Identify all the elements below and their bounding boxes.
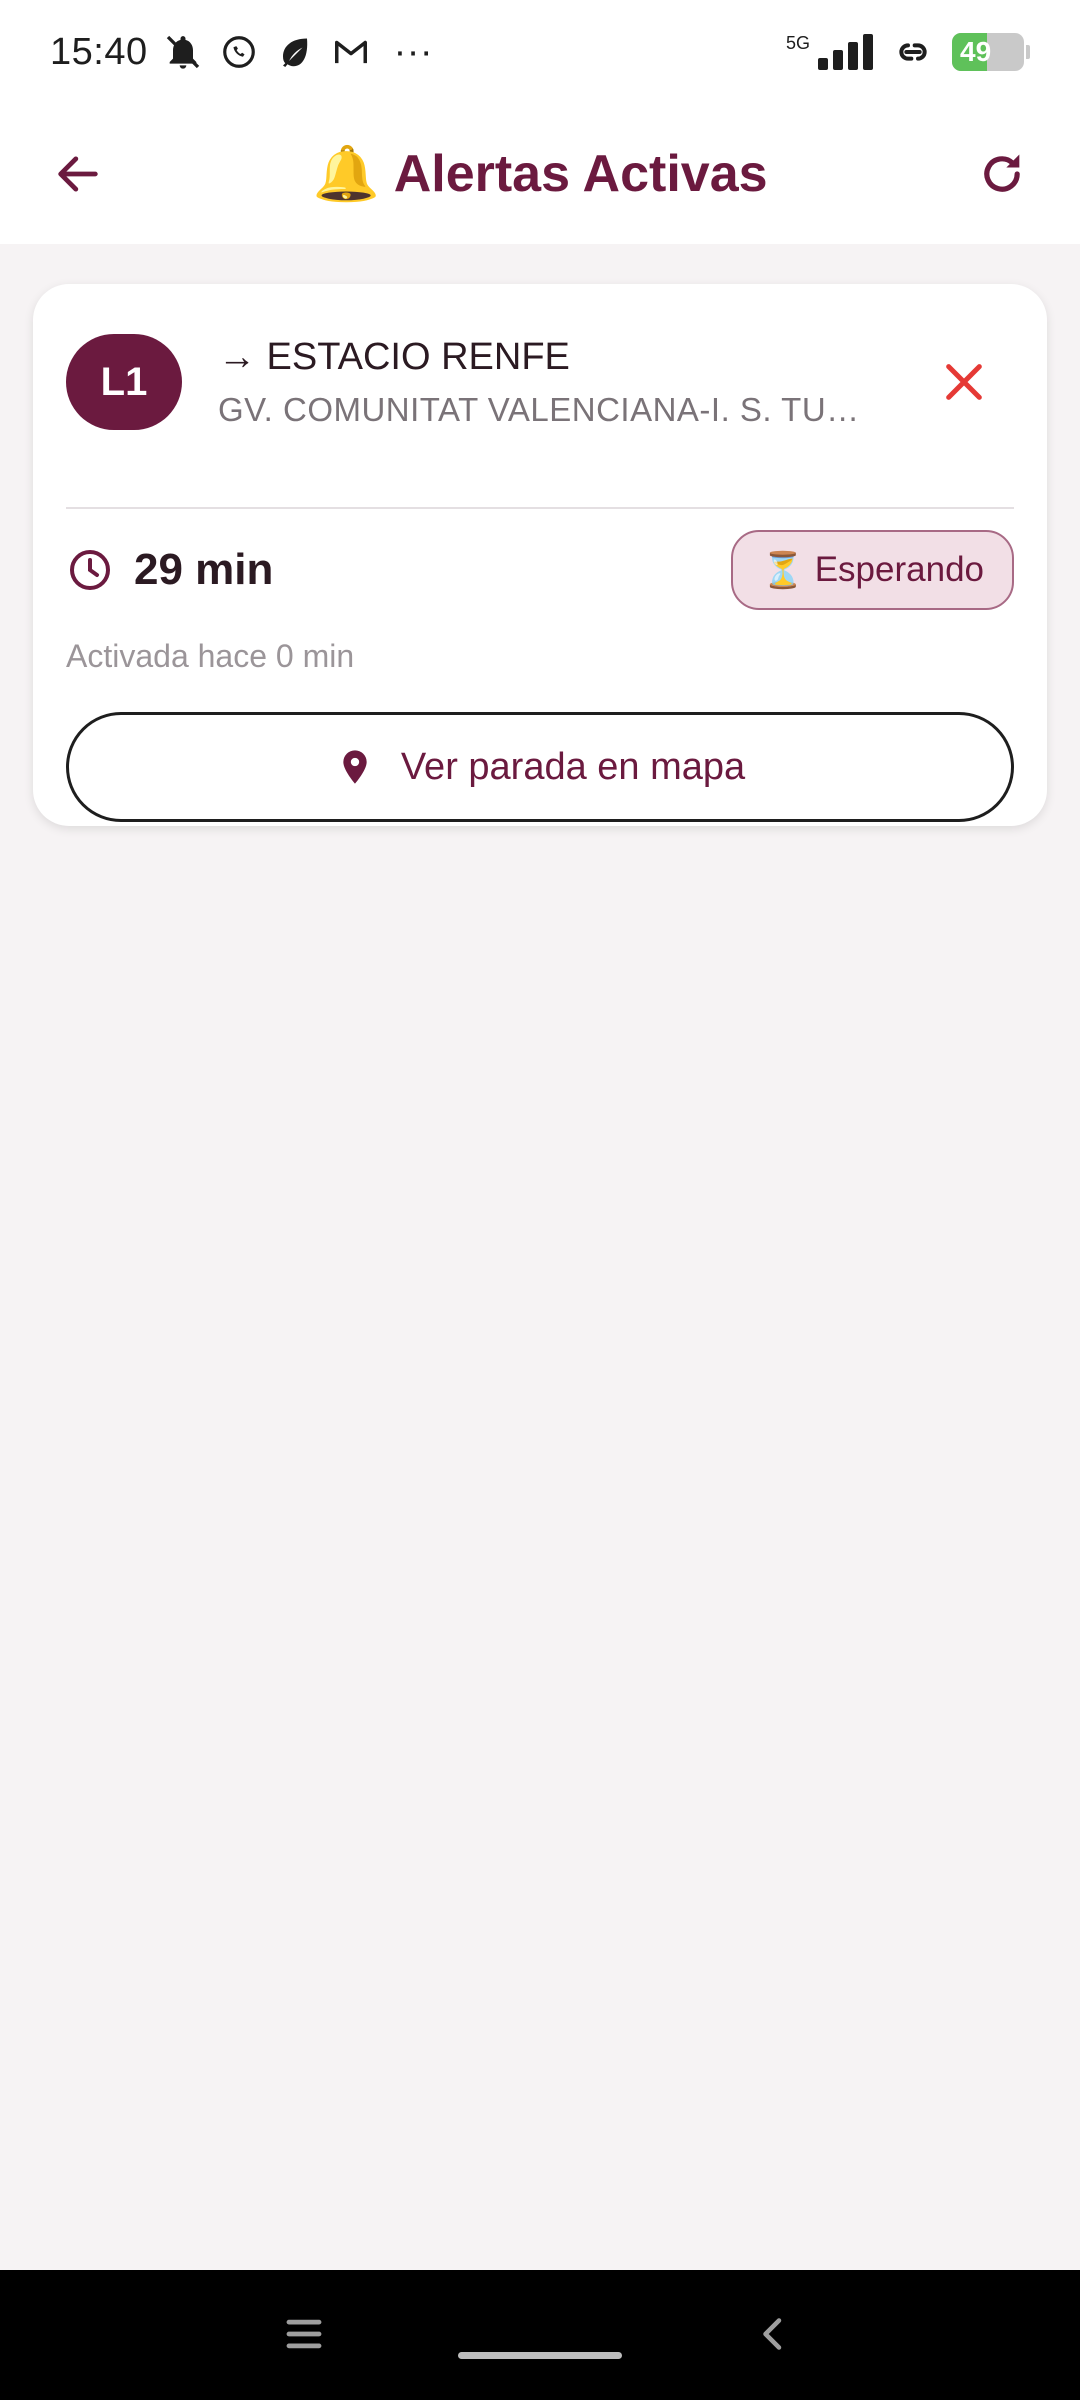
signal-icon [818,31,874,73]
battery-cap [1026,45,1030,59]
hourglass-icon: ⏳ [761,550,805,590]
alerts-list: L1 → ESTACIO RENFE GV. COMUNITAT VALENCI… [0,244,1080,2270]
battery-level: 49 [960,36,992,67]
more-notifications-icon: ··· [393,30,434,73]
stop-name: GV. COMUNITAT VALENCIANA-I. S. TU… [218,390,860,428]
alert-card-header: L1 → ESTACIO RENFE GV. COMUNITAT VALENCI… [66,334,1014,430]
time-row: 29 min ⏳ Esperando [66,529,1014,611]
activated-time: Activada hace 0 min [66,638,355,674]
time-remaining: 29 min [66,545,273,595]
battery-icon: 49 [952,33,1030,71]
bell-off-icon [162,31,204,73]
clock-icon [70,550,110,590]
nav-home-handle[interactable] [458,2352,622,2359]
status-badge: ⏳ Esperando [731,530,1014,610]
time-value: 29 min [134,545,274,594]
app-bar: 🔔 Alertas Activas [0,104,1080,244]
system-nav-bar [0,2270,1080,2400]
status-left: 15:40 ··· [50,31,433,74]
bell-icon: 🔔 [312,143,380,204]
status-bar: 15:40 ··· 5G 49 [0,0,1080,104]
battery: 49 [952,33,1024,71]
leaf-icon [274,31,316,73]
delete-alert-button[interactable] [924,342,1004,422]
nav-menu-button[interactable] [285,2316,323,2357]
arrow-left-icon [58,156,98,192]
line-badge: L1 [66,334,182,430]
refresh-icon [984,154,1020,192]
close-icon [946,364,982,400]
nav-back-button[interactable] [755,2314,791,2359]
destination-block: → ESTACIO RENFE GV. COMUNITAT VALENCIANA… [218,336,924,429]
gmail-icon [330,31,372,73]
chevron-left-icon [763,2318,782,2350]
page-title: 🔔 Alertas Activas [312,143,767,206]
alert-card: L1 → ESTACIO RENFE GV. COMUNITAT VALENCI… [33,284,1047,826]
map-button-label: Ver parada en mapa [400,745,746,788]
page-title-text: Alertas Activas [393,145,768,203]
status-time: 15:40 [50,30,148,73]
whatsapp-icon [218,31,260,73]
link-icon [892,31,934,73]
location-pin-icon [343,750,367,784]
status-right: 5G 49 [786,31,1030,73]
refresh-button[interactable] [964,136,1040,212]
destination-name: → ESTACIO RENFE [218,335,570,378]
network-type: 5G [785,32,810,53]
status-badge-label: Esperando [814,550,984,589]
divider [66,507,1014,509]
back-button[interactable] [40,136,116,212]
menu-icon [286,2319,322,2349]
view-stop-on-map-button[interactable]: Ver parada en mapa [66,712,1014,822]
